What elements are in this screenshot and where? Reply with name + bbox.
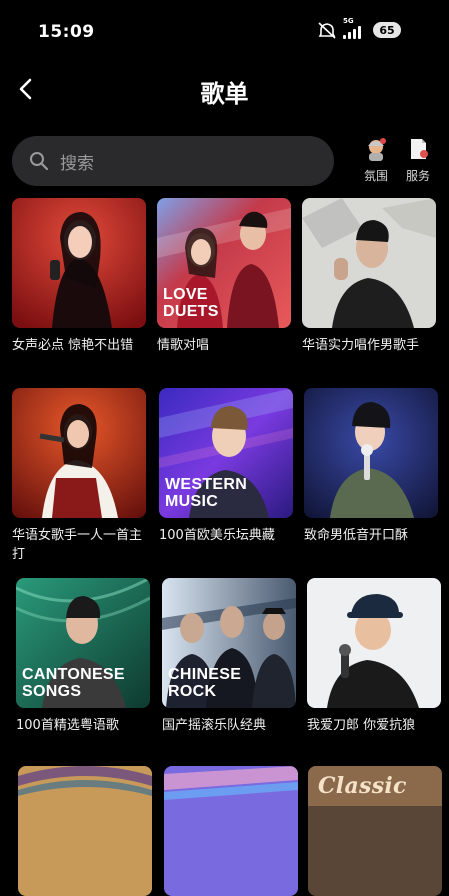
search-input[interactable]: 搜索 (12, 136, 334, 186)
playlist-title: 女声必点 惊艳不出错 (12, 338, 134, 353)
playlist-cover: CHINESE ROCK (162, 578, 296, 708)
playlist-card[interactable]: 女声必点 惊艳不出错 (12, 198, 146, 355)
playlist-cover (304, 388, 438, 518)
playlist-cover: Classic (308, 766, 442, 896)
atmosphere-icon (368, 138, 386, 161)
playlist-cover (302, 198, 436, 328)
cover-text: LOVE DUETS (163, 286, 219, 320)
playlist-card[interactable]: 我爱刀郎 你爱抗狼 (307, 578, 441, 735)
status-bar: 15:09 5G 65 (0, 0, 449, 56)
playlist-card[interactable]: 致命男低音开口酥 (304, 388, 438, 545)
playlist-card[interactable] (18, 766, 152, 896)
network-label: 5G (343, 17, 354, 25)
search-icon (30, 152, 49, 171)
playlist-cover (12, 198, 146, 328)
mute-icon (318, 22, 336, 39)
playlist-title: 国产摇滚乐队经典 (162, 718, 267, 733)
playlist-cover: LOVE DUETS (157, 198, 291, 328)
status-time: 15:09 (38, 22, 95, 42)
playlist-title: 情歌对唱 (157, 338, 210, 353)
playlist-title: 100首欧美乐坛典藏 (159, 528, 275, 543)
cover-text: WESTERN MUSIC (165, 476, 248, 510)
atmosphere-label: 氛围 (363, 169, 388, 183)
playlist-cover (307, 578, 441, 708)
playlist-card[interactable]: LOVE DUETS 情歌对唱 (157, 198, 291, 355)
playlist-card[interactable] (164, 766, 298, 896)
playlist-title: 我爱刀郎 你爱抗狼 (307, 718, 416, 733)
playlist-card[interactable]: 华语女歌手一人一首主打 (12, 388, 146, 564)
atmosphere-button[interactable]: 氛围 (356, 136, 396, 184)
header: 歌单 (0, 64, 449, 114)
playlist-card[interactable]: WESTERN MUSIC 100首欧美乐坛典藏 (159, 388, 293, 545)
playlist-title: 100首精选粤语歌 (16, 718, 119, 733)
service-label: 服务 (405, 169, 430, 183)
status-icons: 5G 65 (317, 17, 401, 42)
service-icon (411, 139, 428, 159)
playlist-title: 致命男低音开口酥 (304, 528, 409, 543)
battery-icon: 65 (373, 22, 401, 38)
playlist-cover (18, 766, 152, 896)
playlist-title: 华语女歌手一人一首主打 (12, 528, 143, 562)
playlist-card[interactable]: Classic (308, 766, 442, 896)
search-placeholder: 搜索 (60, 154, 94, 174)
playlist-cover (164, 766, 298, 896)
signal-icon: 5G (343, 17, 367, 39)
playlist-cover: CANTONESE SONGS (16, 578, 150, 708)
cover-text: CHINESE ROCK (168, 666, 242, 700)
playlist-cover: WESTERN MUSIC (159, 388, 293, 518)
playlist-title: 华语实力唱作男歌手 (302, 338, 420, 353)
playlist-card[interactable]: CANTONESE SONGS 100首精选粤语歌 (16, 578, 150, 735)
cover-text: Classic (318, 773, 407, 799)
cover-text: CANTONESE SONGS (22, 666, 125, 700)
service-button[interactable]: 服务 (398, 136, 438, 184)
playlist-card[interactable]: CHINESE ROCK 国产摇滚乐队经典 (162, 578, 296, 735)
playlist-cover (12, 388, 146, 518)
page-title: 歌单 (200, 80, 249, 108)
playlist-card[interactable]: 华语实力唱作男歌手 (302, 198, 436, 355)
